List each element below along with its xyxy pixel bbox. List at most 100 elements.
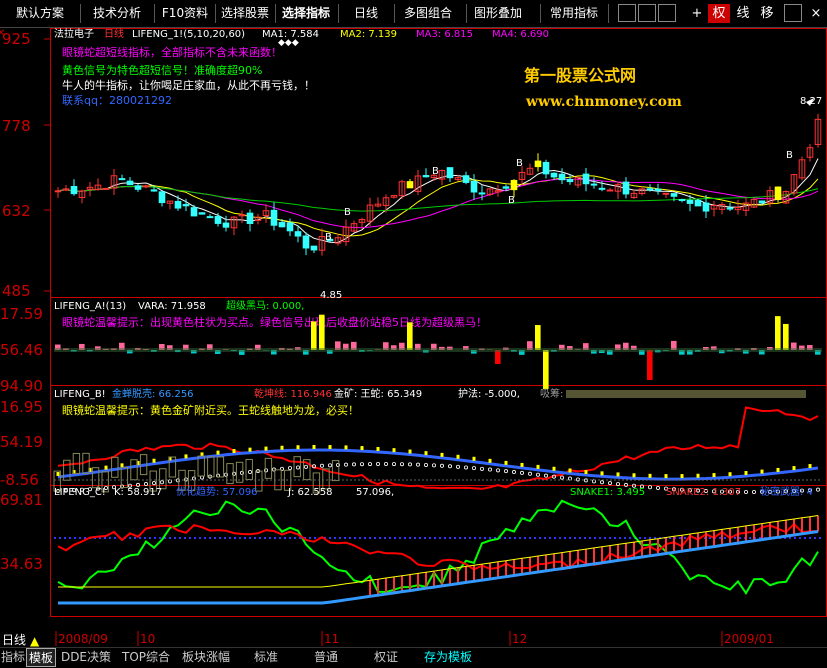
candle-body [663, 193, 669, 194]
jinkuang-value: 金矿: 王蛇: 65.349 [334, 387, 422, 400]
candle-body [303, 236, 309, 248]
buy-marker: B [325, 232, 332, 243]
candle-body [127, 181, 133, 185]
candle-body [55, 191, 61, 192]
tab-normal[interactable]: 普通 [298, 648, 354, 667]
toolbar-separator [275, 4, 276, 23]
axis-label: 69.81 [0, 491, 43, 509]
wangshe-dot [816, 488, 819, 491]
main-note-4: 联系qq：280021292 [62, 94, 172, 107]
axis-label: 925 [2, 30, 31, 48]
jinkuang-mark [713, 473, 716, 477]
wangshe-dot [376, 462, 379, 465]
zoom-in-button[interactable]: + [686, 4, 708, 23]
candle-body [119, 179, 125, 180]
tab-sector[interactable]: 板块涨幅 [178, 648, 234, 667]
wangshe-dot [344, 463, 347, 466]
jinkuang-mark [409, 450, 412, 454]
jinkuang-mark [377, 447, 380, 451]
candle-body [71, 186, 77, 193]
bottom-tab-bar: 指标 模板 DDE决策 TOP综合 板块涨幅 标准 普通 权证 存为模板 [0, 647, 827, 667]
move-button[interactable]: 移 [756, 4, 778, 23]
xichou-bar [208, 457, 214, 477]
candle-body [175, 201, 181, 208]
period-triangle-icon[interactable]: ▲ [30, 634, 40, 647]
xichou-bar [265, 458, 271, 478]
wangshe-dot [368, 462, 371, 465]
menu-daily[interactable]: 日线 [346, 5, 386, 22]
jinkuang-mark [265, 447, 268, 451]
settings-square-button[interactable] [784, 4, 802, 22]
wangshe-dot [360, 463, 363, 466]
jinkuang-mark [569, 468, 572, 472]
brand-url: www.chnmoney.com [525, 94, 682, 110]
candle-body [199, 213, 205, 214]
jinkuang-mark [457, 455, 460, 459]
menu-default-scheme[interactable]: 默认方案 [8, 5, 72, 22]
candle-body [151, 190, 157, 191]
menu-f10[interactable]: F10资料 [158, 5, 212, 22]
panel-a-name: LIFENG_A!(13) [54, 301, 126, 312]
jinkuang-mark [537, 465, 540, 469]
rights-button[interactable]: 权 [708, 4, 730, 23]
jinkuang-mark [649, 474, 652, 478]
tab-template[interactable]: 模板 [26, 648, 56, 667]
menu-overlay[interactable]: 图形叠加 [470, 5, 526, 22]
jinkuang-mark [153, 459, 156, 463]
xichou-bar [246, 459, 252, 479]
wangshe-dot [448, 465, 451, 468]
jinkuang-mark [585, 470, 588, 474]
tab-standard[interactable]: 标准 [238, 648, 294, 667]
time-label: 11 [324, 632, 339, 646]
menu-select-indicator[interactable]: 选择指标 [278, 5, 334, 22]
jinkuang-mark [745, 471, 748, 475]
brand-name: 第一股票公式网 [524, 66, 636, 85]
tab-warrant[interactable]: 权证 [358, 648, 414, 667]
wangshe-dot [608, 482, 611, 485]
wangshe-dot [648, 486, 651, 489]
period-label: 日线 [104, 28, 124, 40]
candle-body [679, 200, 685, 201]
sq-button-3[interactable] [658, 4, 676, 22]
jinkuang-mark [281, 446, 284, 450]
wangshe-dot [600, 481, 603, 484]
xichou-bar [121, 467, 127, 487]
candle-body [247, 213, 253, 223]
xichou-bar [566, 390, 806, 398]
jinkuang-mark [793, 466, 796, 470]
top-toolbar: 默认方案 技术分析 F10资料 选择股票 选择指标 日线 多图组合 图形叠加 常… [0, 0, 827, 28]
ma3-label: MA3: 6.815 [416, 29, 473, 40]
wangshe-dot [560, 476, 563, 479]
sq-button-1[interactable] [618, 4, 636, 22]
menu-select-stock[interactable]: 选择股票 [218, 5, 272, 22]
snake1-value: SNAKE1: 3.495 [570, 487, 645, 498]
candle-body [223, 223, 229, 227]
close-icon[interactable]: × [808, 4, 824, 23]
price-low-label: 4.85 [320, 290, 342, 301]
stock-name: 法拉电子 [54, 28, 94, 40]
candle-body [551, 173, 557, 177]
wangshe-dot [488, 468, 491, 471]
toolbar-separator [338, 4, 339, 23]
wangshe-dot [456, 465, 459, 468]
xichou-bar [112, 457, 118, 477]
jinkuang-mark [761, 470, 764, 474]
menu-common-indicators[interactable]: 常用指标 [548, 5, 600, 22]
wangshe-dot [248, 470, 251, 473]
tab-top[interactable]: TOP综合 [118, 648, 174, 667]
menu-tech-analysis[interactable]: 技术分析 [86, 5, 148, 22]
sq-button-2[interactable] [638, 4, 656, 22]
line-button[interactable]: 线 [732, 4, 754, 23]
candle-body [215, 216, 221, 223]
wangshe-dot [528, 472, 531, 475]
panel-b-note: 眼镜蛇温馨提示：黄色金矿附近买。王蛇线触地为龙，必买！ [62, 403, 359, 417]
candle-body [279, 223, 285, 227]
tab-indicator[interactable]: 指标 [0, 648, 26, 667]
wangshe-dot [392, 462, 395, 465]
menu-multi-chart[interactable]: 多图组合 [400, 5, 456, 22]
wangshe-dot [472, 467, 475, 470]
tab-dde[interactable]: DDE决策 [58, 648, 114, 667]
tab-save-template[interactable]: 存为模板 [418, 648, 478, 667]
candle-body [591, 184, 597, 185]
wangshe-dot [504, 470, 507, 473]
